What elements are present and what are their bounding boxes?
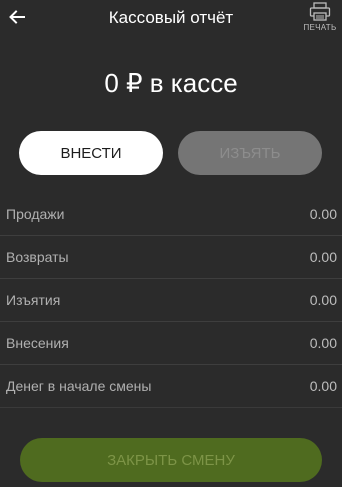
- row-value: 0.00: [309, 335, 337, 351]
- row-value: 0.00: [309, 378, 337, 394]
- row-value: 0.00: [309, 206, 337, 222]
- row-label: Изъятия: [6, 292, 61, 308]
- report-list: Продажи 0.00 Возвраты 0.00 Изъятия 0.00 …: [0, 193, 342, 408]
- row-label: Внесения: [6, 335, 69, 351]
- row-label: Возвраты: [6, 249, 69, 265]
- page-title: Кассовый отчёт: [108, 8, 234, 27]
- row-label: Денег в начале смены: [6, 378, 152, 394]
- row-value: 0.00: [309, 249, 337, 265]
- withdraw-button[interactable]: ИЗЪЯТЬ: [178, 131, 322, 175]
- close-shift-button[interactable]: ЗАКРЫТЬ СМЕНУ: [20, 438, 322, 482]
- deposit-button[interactable]: ВНЕСТИ: [19, 131, 163, 175]
- back-button[interactable]: [4, 4, 30, 30]
- report-row-opening-cash: Денег в начале смены 0.00: [0, 365, 342, 408]
- row-value: 0.00: [309, 292, 337, 308]
- print-label: ПЕЧАТЬ: [303, 23, 337, 32]
- cash-balance: 0 ₽ в кассе: [104, 68, 238, 98]
- row-label: Продажи: [6, 206, 65, 222]
- top-bar: Кассовый отчёт ПЕЧАТЬ: [0, 0, 342, 40]
- report-row-returns: Возвраты 0.00: [0, 236, 342, 279]
- report-row-deposits: Внесения 0.00: [0, 322, 342, 365]
- report-row-withdrawals: Изъятия 0.00: [0, 279, 342, 322]
- printer-icon: [309, 2, 331, 21]
- report-row-sales: Продажи 0.00: [0, 193, 342, 236]
- arrow-left-icon: [9, 10, 25, 24]
- print-button[interactable]: ПЕЧАТЬ: [298, 0, 342, 38]
